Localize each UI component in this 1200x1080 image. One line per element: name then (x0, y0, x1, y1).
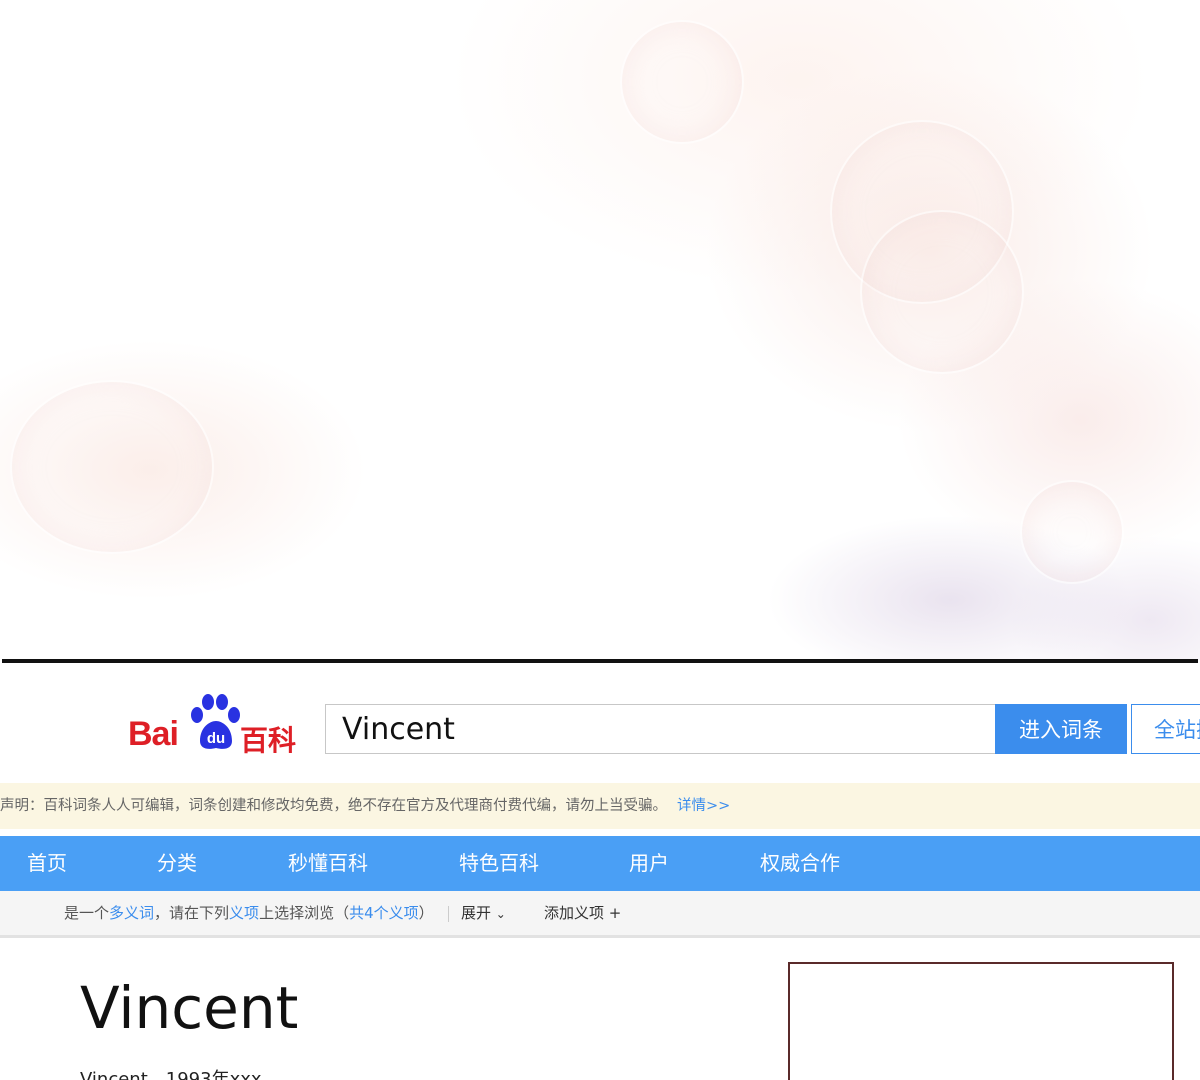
entry-image-frame[interactable] (788, 962, 1174, 1080)
nav-item-miaodong[interactable]: 秒懂百科 (288, 836, 368, 891)
entry-title: Vincent (80, 974, 299, 1042)
nav-item-featured[interactable]: 特色百科 (459, 836, 539, 891)
polysemy-bar: 是一个多义词，请在下列义项上选择浏览（共4个义项） 展开 ⌄ 添加义项 + (0, 891, 1200, 938)
sense-link[interactable]: 义项 (229, 904, 259, 922)
logo-du-text: du (207, 730, 225, 747)
polysemy-middle: ，请在下列 (154, 904, 230, 922)
expand-label: 展开 (461, 904, 492, 922)
nav-item-user[interactable]: 用户 (629, 836, 669, 891)
sense-count-link[interactable]: 共4个义项 (349, 904, 419, 922)
add-sense-button[interactable]: 添加义项 + (544, 891, 621, 935)
bokeh-circle (620, 20, 744, 144)
logo-bai-text: Bai (128, 715, 179, 753)
decorative-background (0, 0, 1200, 660)
notice-detail-link[interactable]: 详情>> (677, 798, 730, 814)
separator (447, 905, 449, 922)
paw-icon: du (191, 694, 240, 749)
expand-button[interactable]: 展开 ⌄ (461, 891, 506, 936)
search-input[interactable] (325, 704, 995, 754)
nav-item-authority[interactable]: 权威合作 (760, 836, 840, 891)
polysemy-middle2: 上选择浏览（ (259, 904, 350, 922)
bokeh-circle (860, 210, 1024, 374)
plus-icon: + (608, 904, 622, 922)
logo-baike-text: 百科 (240, 724, 297, 757)
polysemy-prefix: 是一个 (64, 904, 110, 922)
bokeh-circle (1020, 480, 1124, 584)
entry-subtitle: Vincent，1993年xxx (80, 1069, 262, 1080)
notice-text: 声明：百科词条人人可编辑，词条创建和修改均免费，绝不存在官方及代理商付费代编，请… (0, 798, 667, 814)
add-sense-label: 添加义项 (544, 904, 605, 922)
baike-page: Bai du 百科 进入词条 全站搜 声明：百科词条人人可编辑，词条创建和修改均… (0, 663, 1200, 1080)
chevron-down-icon: ⌄ (495, 907, 506, 921)
enter-entry-button[interactable]: 进入词条 (995, 704, 1127, 754)
nav-item-home[interactable]: 首页 (27, 836, 67, 891)
notice-bar: 声明：百科词条人人可编辑，词条创建和修改均免费，绝不存在官方及代理商付费代编，请… (0, 783, 1200, 829)
polysemy-text: 是一个多义词，请在下列义项上选择浏览（共4个义项） (64, 891, 463, 935)
nav-item-category[interactable]: 分类 (157, 836, 197, 891)
bokeh-circle (10, 380, 214, 554)
polysemy-suffix: ） (418, 904, 434, 922)
polysemy-link[interactable]: 多义词 (109, 904, 154, 922)
main-nav: 首页 分类 秒懂百科 特色百科 用户 权威合作 (0, 836, 1200, 891)
site-search-button[interactable]: 全站搜 (1131, 704, 1200, 754)
baidu-baike-logo[interactable]: Bai du 百科 (128, 693, 308, 757)
